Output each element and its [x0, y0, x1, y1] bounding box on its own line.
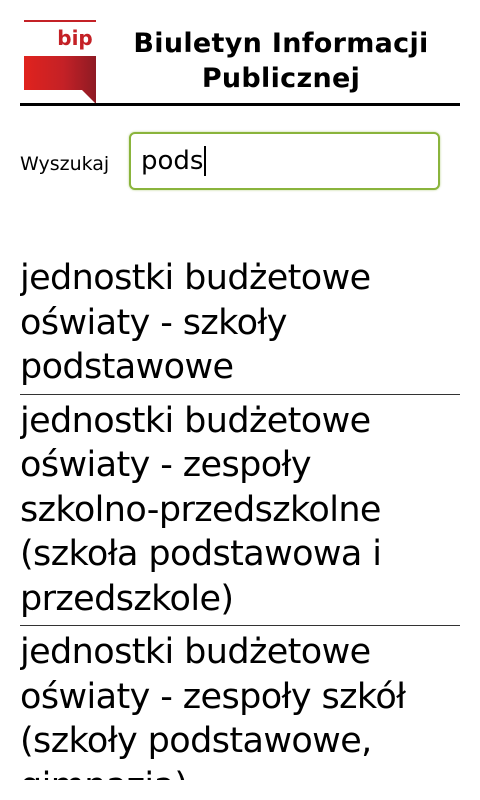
logo-text: bip — [57, 26, 93, 50]
results-list: jednostki budżetowe oświaty - szkoły pod… — [20, 256, 460, 780]
page-title-line-2: Publicznej — [201, 63, 361, 94]
result-item[interactable]: jednostki budżetowe oświaty - zespoły sz… — [20, 399, 460, 626]
app-header: bip Biuletyn Informacji Publicznej — [20, 18, 460, 106]
bip-logo: bip — [24, 20, 96, 104]
result-item[interactable]: jednostki budżetowe oświaty - zespoły sz… — [20, 630, 460, 780]
page-title: Biuletyn Informacji Publicznej — [116, 26, 446, 96]
search-row: Wyszukaj pods — [20, 132, 460, 190]
text-caret — [204, 146, 207, 176]
search-label: Wyszukaj — [20, 153, 110, 175]
result-item[interactable]: jednostki budżetowe oświaty - szkoły pod… — [20, 256, 460, 395]
search-input[interactable]: pods — [129, 132, 440, 190]
search-input-value: pods — [141, 146, 204, 176]
page-title-line-1: Biuletyn Informacji — [133, 28, 429, 59]
header-divider — [20, 103, 460, 106]
